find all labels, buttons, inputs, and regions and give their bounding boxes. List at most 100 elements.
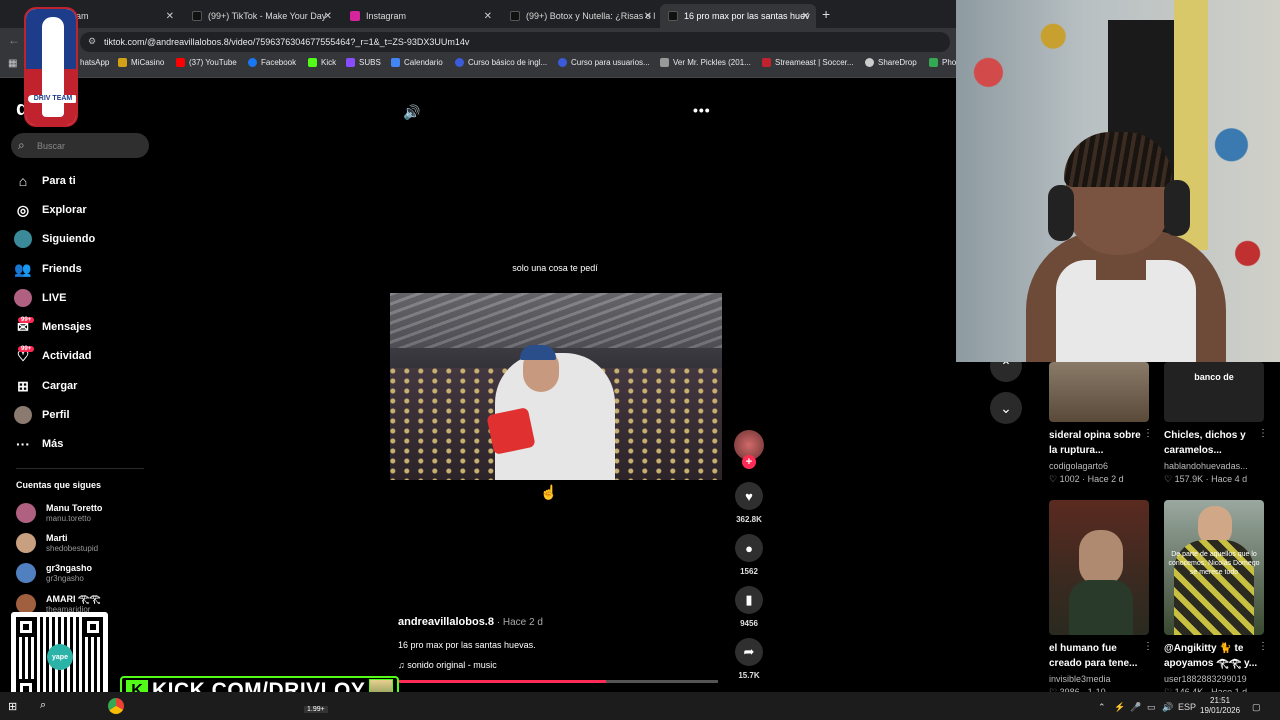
tab-label: (99+) TikTok - Make Your Day [208,11,327,21]
red-phone [486,407,536,455]
nav-friends[interactable]: 👥 Friends [14,258,81,280]
headphones-icon [1048,185,1074,241]
tab-botox-nutella[interactable]: (99+) Botox y Nutella: ¿Risas o l ✕ [502,4,658,28]
avatar [16,503,36,523]
new-tab-button[interactable]: + [822,6,830,22]
video-frame[interactable] [390,293,722,480]
avatar [16,594,36,614]
microphone-icon[interactable]: 🎤 [1130,702,1141,713]
headphones-icon [1164,180,1190,236]
network-icon[interactable]: ⚡ [1114,702,1125,713]
nav-perfil[interactable]: Perfil [14,404,70,426]
kebab-icon[interactable]: ⋮ [1258,428,1268,439]
bookmark-subs[interactable]: SUBS [346,58,381,67]
apps-grid-icon[interactable]: ▦ [8,58,17,69]
following-account[interactable]: Manu Toretto manu.toretto [16,503,102,523]
search-input[interactable]: Buscar [11,133,149,158]
chrome-icon[interactable] [108,698,124,714]
comment-button[interactable]: ● 1562 [733,534,765,576]
bookmark-photo[interactable]: Pho [929,58,956,67]
close-icon[interactable]: ✕ [166,11,174,22]
tab-instagram[interactable]: Instagram ✕ [342,4,498,28]
windows-taskbar [0,692,1280,720]
bookmark-streameast[interactable]: Streameast | Soccer... [762,58,854,67]
post-time: · Hace 2 d [493,617,543,628]
kebab-icon[interactable]: ⋮ [1143,428,1153,439]
page-icon [660,58,669,67]
language-indicator[interactable]: ESP [1178,702,1196,712]
tab-active-video[interactable]: 16 pro max por las santas huev ✕ [660,4,816,28]
kebab-icon[interactable]: ⋮ [1143,641,1153,652]
bookmark-calendario[interactable]: Calendario [391,58,443,67]
author-line[interactable]: andreavillalobos.8 · Hace 2 d [398,616,543,628]
instagram-icon [350,11,360,21]
nav-mas[interactable]: ··· Más [14,433,63,455]
following-title: Cuentas que sigues [16,480,102,490]
search-icon[interactable]: ⌕ [40,699,46,712]
nav-explorar[interactable]: ◎ Explorar [14,199,87,221]
bookmark-curso-ingles[interactable]: Curso básico de ingl... [455,58,547,67]
notification-icon[interactable]: ▢ [1252,702,1261,713]
next-video-button[interactable]: ⌄ [990,392,1022,424]
bookmark-youtube[interactable]: (37) YouTube [176,58,237,67]
live-avatar-icon [14,289,32,307]
nav-siguiendo[interactable]: Siguiendo [14,228,95,250]
save-button[interactable]: ▮ 9456 [733,586,765,628]
following-account[interactable]: Marti shedobestupid [16,533,98,553]
home-icon: ⌂ [18,173,28,189]
following-account[interactable]: AMARI 𓂀𓂀 theamaridior [16,594,100,614]
bookmark-micasino[interactable]: MiCasino [118,58,164,67]
music-line[interactable]: ♫ sonido original - music [398,660,497,670]
related-thumbnail [1049,500,1149,635]
share-button[interactable]: ➦ 15.7K [733,638,765,680]
kebab-icon[interactable]: ⋮ [1258,641,1268,652]
tab-instagram-partial[interactable]: gram ✕ [60,4,180,28]
bookmark-facebook[interactable]: Facebook [248,58,296,67]
address-bar[interactable]: tiktok.com/@andreavillalobos.8/video/759… [80,32,950,52]
volume-icon[interactable]: 🔊 [1162,702,1173,713]
follow-plus-icon[interactable]: + [742,455,756,469]
nav-cargar[interactable]: ⊞ Cargar [14,375,77,397]
tray-arrow-icon[interactable]: ⌃ [1098,702,1106,713]
volume-icon[interactable]: 🔊 [403,104,420,121]
nav-live[interactable]: LIVE [14,287,66,309]
related-video-card[interactable]: sideral opina sobre la ruptura... ⋮ codi… [1049,362,1153,485]
webcam-overlay [956,0,1280,362]
bookmark-curso-usuarios[interactable]: Curso para usuarios... [558,58,650,67]
author-name[interactable]: andreavillalobos.8 [398,616,494,628]
close-icon[interactable]: ✕ [802,11,810,22]
close-icon[interactable]: ✕ [644,11,652,22]
bookmark-sharedrop[interactable]: ShareDrop [865,58,917,67]
start-icon[interactable]: ⊞ [8,700,17,713]
close-icon[interactable]: ✕ [484,11,492,22]
bookmark-whatsapp[interactable]: hatsApp [80,58,109,67]
search-icon: ⌕ [18,138,25,152]
tab-tiktok[interactable]: (99+) TikTok - Make Your Day ✕ [184,4,338,28]
site-info-icon[interactable]: ⚙ [88,36,96,47]
bookmark-icon: ▮ [735,586,763,614]
following-avatar-icon [14,230,32,248]
thumbnail-text: De parte de aquellos que lo conocemos: N… [1168,551,1260,576]
system-clock[interactable]: 21:51 19/01/2026 [1200,696,1240,716]
video-progress-bar[interactable] [398,680,718,683]
bookmark-kick[interactable]: Kick [308,58,336,67]
bookmark-mr-pickles[interactable]: Ver Mr. Pickles (201... [660,58,751,67]
more-options-icon[interactable]: ••• [693,102,711,118]
related-video-card[interactable]: banco de Chicles, dichos y caramelos... … [1164,362,1268,485]
blue-cap [520,345,556,360]
related-video-card[interactable]: De parte de aquellos que lo conocemos: N… [1164,500,1268,698]
yape-qr-code: yape [11,612,108,704]
battery-icon[interactable]: ▭ [1147,702,1156,713]
back-arrow-icon[interactable]: ← [8,33,20,47]
music-note-icon: ♫ [398,660,405,670]
close-icon[interactable]: ✕ [324,11,332,22]
nav-para-ti[interactable]: ⌂ Para ti [14,170,76,192]
like-button[interactable]: ♥ 362.8K [733,482,765,524]
divider [16,468,144,469]
photos-icon [929,58,938,67]
micasino-icon [118,58,127,67]
following-account[interactable]: gr3ngasho gr3ngasho [16,563,92,583]
more-icon: ··· [16,436,30,452]
related-video-card[interactable]: el humano fue creado para tene... ⋮ invi… [1049,500,1153,698]
activity-badge: 99+ [18,346,35,352]
